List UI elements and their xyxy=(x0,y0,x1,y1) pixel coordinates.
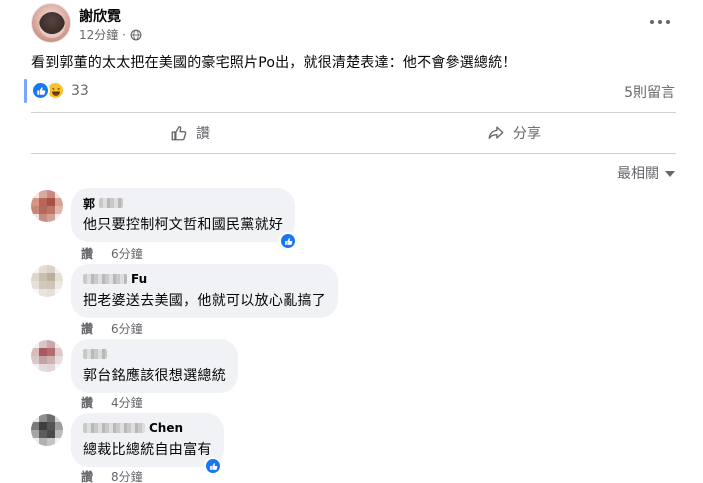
share-icon xyxy=(488,126,504,139)
meta-separator: · xyxy=(122,27,127,42)
commenter-avatar[interactable] xyxy=(31,265,63,297)
facebook-post: 謝欣霓 12分鐘 · 看到郭董的太太把在美國的豪宅照片Po出，就很清楚表達：他不… xyxy=(0,0,703,483)
comment-actions: 讚 6分鐘 xyxy=(81,245,143,262)
post-meta: 12分鐘 · xyxy=(79,26,142,43)
comment-actions: 讚 6分鐘 xyxy=(81,320,143,337)
commenter-name[interactable]: Fu xyxy=(83,272,326,286)
comment-count-link[interactable]: 5則留言 xyxy=(624,82,675,102)
comment-time[interactable]: 6分鐘 xyxy=(111,245,143,262)
globe-icon xyxy=(130,29,142,40)
comment-sort-dropdown[interactable]: 最相關 xyxy=(617,163,675,183)
comment-like-link[interactable]: 讚 xyxy=(81,320,93,337)
share-button[interactable]: 分享 xyxy=(487,120,541,146)
caret-down-icon xyxy=(665,171,675,177)
commenter-name[interactable]: 郭 xyxy=(83,196,283,211)
comment-text: 他只要控制柯文哲和國民黨就好 xyxy=(83,217,284,233)
comment-time[interactable]: 8分鐘 xyxy=(111,468,143,483)
like-label: 讚 xyxy=(196,126,210,142)
thumbs-up-icon xyxy=(171,126,187,141)
comment-bubble: Chen 總裁比總統自由富有 xyxy=(71,413,224,467)
like-button[interactable]: 讚 xyxy=(170,120,210,146)
comment-time[interactable]: 4分鐘 xyxy=(111,394,143,411)
reaction-count: 33 xyxy=(71,82,89,99)
author-name[interactable]: 謝欣霓 xyxy=(79,6,121,26)
comment-bubble: Fu 把老婆送去美國，他就可以放心亂搞了 xyxy=(71,264,339,318)
commenter-avatar[interactable] xyxy=(31,190,63,222)
comment-text: 郭台銘應該很想選總統 xyxy=(83,368,226,384)
comment-like-badge[interactable] xyxy=(204,457,222,475)
comment-like-link[interactable]: 讚 xyxy=(81,468,93,483)
comment-time[interactable]: 6分鐘 xyxy=(111,320,143,337)
more-options-icon[interactable] xyxy=(650,14,670,30)
divider xyxy=(31,153,676,154)
sort-label: 最相關 xyxy=(617,166,659,182)
comment-text: 總裁比總統自由富有 xyxy=(83,442,212,458)
comment-like-link[interactable]: 讚 xyxy=(81,245,93,262)
comment-bubble: 郭 他只要控制柯文哲和國民黨就好 xyxy=(71,188,296,242)
comment-bubble: 郭台銘應該很想選總統 xyxy=(71,339,238,393)
author-avatar[interactable] xyxy=(31,3,71,43)
commenter-avatar[interactable] xyxy=(31,414,63,446)
commenter-name[interactable]: Chen xyxy=(83,421,212,435)
focus-accent xyxy=(24,79,27,103)
share-label: 分享 xyxy=(513,126,541,142)
comment-actions: 讚 4分鐘 xyxy=(81,394,143,411)
comment-text: 把老婆送去美國，他就可以放心亂搞了 xyxy=(83,293,327,309)
reaction-summary[interactable]: 33 xyxy=(31,81,89,100)
commenter-name[interactable] xyxy=(83,347,226,361)
comment-actions: 讚 8分鐘 xyxy=(81,468,143,483)
post-time[interactable]: 12分鐘 xyxy=(79,26,118,43)
like-icon xyxy=(209,462,217,470)
post-text: 看到郭董的太太把在美國的豪宅照片Po出，就很清楚表達：他不會參選總統！ xyxy=(31,55,517,71)
comment-like-link[interactable]: 讚 xyxy=(81,394,93,411)
like-icon xyxy=(284,237,292,245)
comment-like-badge[interactable] xyxy=(279,232,297,250)
divider xyxy=(31,112,676,113)
like-icon xyxy=(31,81,50,100)
commenter-avatar[interactable] xyxy=(31,340,63,372)
